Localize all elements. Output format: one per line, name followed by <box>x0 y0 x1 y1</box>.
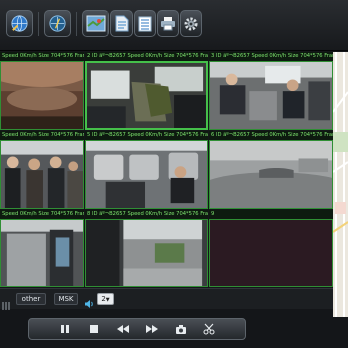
cell-header: 5 ID äº¬B2657 Speed 0Km/h Size 704*576 F… <box>85 131 208 140</box>
cell-header: 9 <box>209 210 333 219</box>
chevron-down-icon: ▼ <box>105 297 110 303</box>
video-feed <box>0 219 84 287</box>
volume-select[interactable]: 2▼ <box>97 293 114 305</box>
speaker-icon[interactable] <box>84 294 94 308</box>
video-cell-2[interactable]: 2 ID äº¬B2657 Speed 0Km/h Size 704*576 F… <box>85 52 208 130</box>
video-feed <box>209 61 333 130</box>
video-feed <box>209 219 333 287</box>
video-feed <box>85 140 208 209</box>
gear-icon[interactable] <box>180 10 202 37</box>
document-icon[interactable] <box>110 10 133 37</box>
toolbar-divider <box>76 12 77 36</box>
video-cell-4[interactable]: Speed 0Km/h Size 704*576 Frame <box>0 131 84 209</box>
other-button[interactable]: other <box>16 293 46 305</box>
cell-header: 6 ID äº¬B2657 Speed 0Km/h Size 704*576 F… <box>209 131 333 140</box>
snapshot-icon[interactable] <box>173 322 189 336</box>
rewind-icon[interactable] <box>115 322 131 336</box>
video-cell-8[interactable]: 8 ID äº¬B2657 Speed 0Km/h Size 704*576 F… <box>85 210 208 287</box>
video-feed <box>209 140 333 209</box>
printer-icon[interactable] <box>157 10 179 37</box>
compass-icon[interactable] <box>44 10 71 37</box>
top-toolbar <box>0 0 348 51</box>
video-cell-5[interactable]: 5 ID äº¬B2657 Speed 0Km/h Size 704*576 F… <box>85 131 208 209</box>
video-grid: Speed 0Km/h Size 704*576 Frame 2 ID äº¬B… <box>0 52 333 287</box>
msk-button[interactable]: MSK <box>54 293 78 305</box>
playback-controls <box>28 318 246 340</box>
video-cell-1[interactable]: Speed 0Km/h Size 704*576 Frame <box>0 52 84 130</box>
list-icon[interactable] <box>134 10 156 37</box>
video-cell-3[interactable]: 3 ID äº¬B2657 Speed 0Km/h Size 704*576 F… <box>209 52 333 130</box>
cell-header: 8 ID äº¬B2657 Speed 0Km/h Size 704*576 F… <box>85 210 208 219</box>
pause-icon[interactable] <box>57 322 73 336</box>
video-cell-6[interactable]: 6 ID äº¬B2657 Speed 0Km/h Size 704*576 F… <box>209 131 333 209</box>
cell-header: Speed 0Km/h Size 704*576 Frame <box>0 210 84 219</box>
scissors-icon[interactable] <box>201 322 217 336</box>
video-cell-7[interactable]: Speed 0Km/h Size 704*576 Frame <box>0 210 84 287</box>
stop-icon[interactable] <box>86 322 102 336</box>
cell-header: 2 ID äº¬B2657 Speed 0Km/h Size 704*576 F… <box>85 52 208 61</box>
globe-connect-icon[interactable] <box>6 10 33 37</box>
video-feed <box>85 219 208 287</box>
cell-header: 3 ID äº¬B2657 Speed 0Km/h Size 704*576 F… <box>209 52 333 61</box>
channel-status-bar: other MSK 2▼ <box>0 288 333 310</box>
fast-forward-icon[interactable] <box>144 322 160 336</box>
grid-layout-icon[interactable] <box>2 295 10 310</box>
cell-header: Speed 0Km/h Size 704*576 Frame <box>0 131 84 140</box>
toolbar-divider <box>107 12 108 36</box>
toolbar-divider <box>38 12 39 36</box>
video-feed <box>0 61 84 130</box>
map-panel[interactable] <box>333 52 348 317</box>
map-icon[interactable] <box>82 10 109 37</box>
video-cell-9[interactable]: 9 <box>209 210 333 287</box>
video-feed <box>0 140 84 209</box>
video-feed <box>85 61 208 130</box>
cell-header: Speed 0Km/h Size 704*576 Frame <box>0 52 84 61</box>
